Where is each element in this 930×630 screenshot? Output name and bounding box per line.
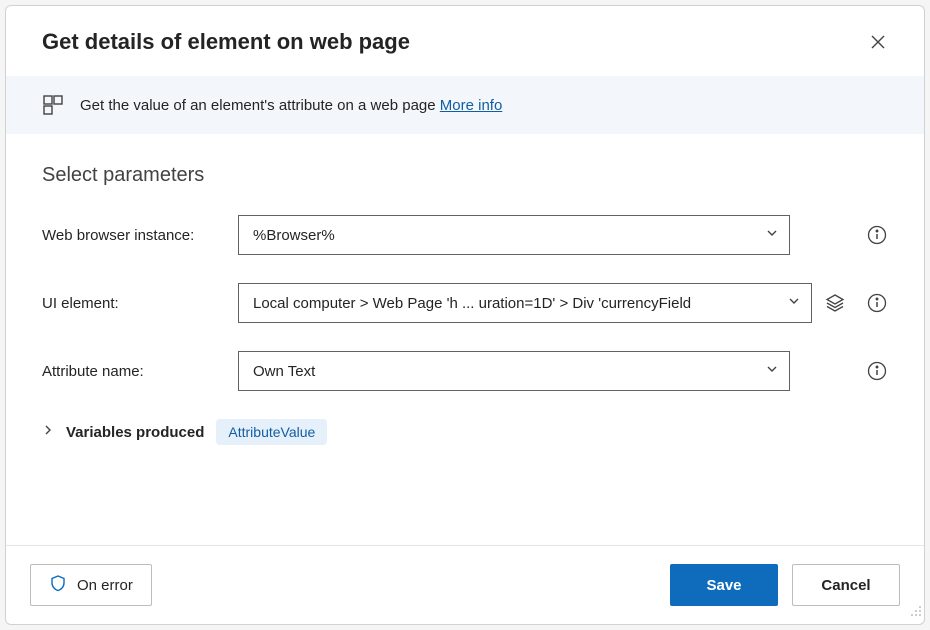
attribute-value: Own Text bbox=[253, 363, 315, 380]
attribute-select[interactable]: Own Text bbox=[238, 351, 790, 391]
info-button-ui-element[interactable] bbox=[866, 292, 888, 314]
param-row-ui-element: UI element: Local computer > Web Page 'h… bbox=[42, 283, 888, 323]
close-button[interactable] bbox=[864, 28, 892, 56]
browser-label: Web browser instance: bbox=[42, 227, 238, 244]
more-info-link[interactable]: More info bbox=[440, 97, 503, 114]
variable-chip[interactable]: AttributeValue bbox=[216, 419, 327, 445]
ui-element-label: UI element: bbox=[42, 295, 238, 312]
info-icon bbox=[867, 225, 887, 245]
on-error-button[interactable]: On error bbox=[30, 564, 152, 606]
dialog-title: Get details of element on web page bbox=[42, 29, 410, 55]
resize-grip[interactable] bbox=[910, 604, 922, 622]
chevron-right-icon bbox=[42, 423, 54, 441]
dialog-header: Get details of element on web page bbox=[6, 6, 924, 76]
variables-produced-row[interactable]: Variables produced AttributeValue bbox=[42, 419, 888, 445]
chevron-down-icon bbox=[765, 226, 779, 244]
param-row-browser: Web browser instance: %Browser% bbox=[42, 215, 888, 255]
attribute-label: Attribute name: bbox=[42, 363, 238, 380]
ui-element-select[interactable]: Local computer > Web Page 'h ... uration… bbox=[238, 283, 812, 323]
info-banner: Get the value of an element's attribute … bbox=[6, 76, 924, 134]
cancel-button[interactable]: Cancel bbox=[792, 564, 900, 606]
close-icon bbox=[870, 34, 886, 50]
variables-label: Variables produced bbox=[66, 424, 204, 441]
save-button[interactable]: Save bbox=[670, 564, 778, 606]
info-icon bbox=[867, 361, 887, 381]
dialog-body: Select parameters Web browser instance: … bbox=[6, 134, 924, 545]
chevron-down-icon bbox=[787, 294, 801, 312]
banner-text: Get the value of an element's attribute … bbox=[80, 97, 502, 114]
info-button-browser[interactable] bbox=[866, 224, 888, 246]
section-title: Select parameters bbox=[42, 164, 888, 187]
shield-icon bbox=[49, 574, 67, 596]
on-error-label: On error bbox=[77, 577, 133, 594]
layout-icon bbox=[42, 94, 64, 116]
ui-element-picker-button[interactable] bbox=[824, 292, 846, 314]
chevron-down-icon bbox=[765, 362, 779, 380]
info-button-attribute[interactable] bbox=[866, 360, 888, 382]
dialog: Get details of element on web page Get t… bbox=[5, 5, 925, 625]
layers-icon bbox=[825, 293, 845, 313]
info-icon bbox=[867, 293, 887, 313]
param-row-attribute: Attribute name: Own Text bbox=[42, 351, 888, 391]
dialog-footer: On error Save Cancel bbox=[6, 545, 924, 624]
browser-select[interactable]: %Browser% bbox=[238, 215, 790, 255]
ui-element-value: Local computer > Web Page 'h ... uration… bbox=[253, 295, 691, 312]
browser-value: %Browser% bbox=[253, 227, 335, 244]
